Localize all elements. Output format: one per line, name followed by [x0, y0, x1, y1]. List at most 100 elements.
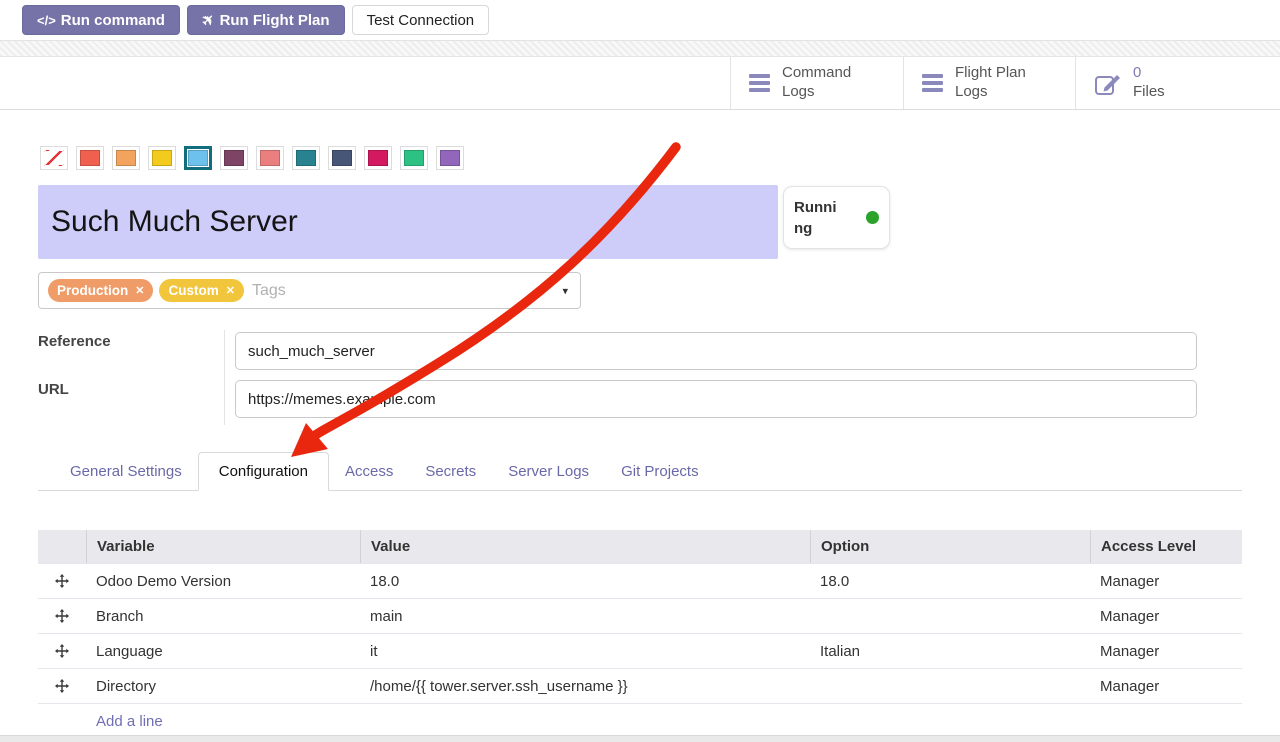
- tags-placeholder: Tags: [252, 282, 286, 300]
- cell-value[interactable]: main: [360, 599, 810, 633]
- drag-handle-icon[interactable]: [38, 669, 86, 703]
- tag-custom[interactable]: Custom ✕: [159, 279, 243, 302]
- flight-plan-logs-label: Flight Plan Logs: [955, 64, 1026, 102]
- cell-access-level[interactable]: Manager: [1090, 669, 1242, 703]
- add-a-line-link[interactable]: Add a line: [38, 704, 173, 739]
- files-stat-button[interactable]: 0 Files: [1075, 57, 1280, 109]
- swatch-fill: [224, 150, 244, 166]
- cell-access-level[interactable]: Manager: [1090, 599, 1242, 633]
- hatched-divider-strip: [0, 40, 1280, 57]
- drag-handle-icon[interactable]: [38, 599, 86, 633]
- swatch-fill: [404, 150, 424, 166]
- tab-secrets[interactable]: Secrets: [409, 453, 492, 490]
- url-label: URL: [38, 381, 69, 398]
- command-logs-stat-button[interactable]: Command Logs: [730, 57, 903, 109]
- tag-production-label: Production: [57, 283, 128, 298]
- flight-plan-logs-stat-button[interactable]: Flight Plan Logs: [903, 57, 1075, 109]
- color-swatch-darkpurple[interactable]: [220, 146, 248, 170]
- tag-production[interactable]: Production ✕: [48, 279, 153, 302]
- list-icon: [749, 74, 770, 92]
- bottom-page-strip: [0, 735, 1280, 742]
- run-command-button[interactable]: </> Run command: [22, 5, 180, 35]
- table-header-row: Variable Value Option Access Level: [38, 530, 1242, 563]
- remove-tag-icon[interactable]: ✕: [226, 284, 235, 297]
- table-row[interactable]: Odoo Demo Version 18.0 18.0 Manager: [38, 563, 1242, 598]
- color-swatch-red[interactable]: [76, 146, 104, 170]
- color-swatch-fuchsia[interactable]: [364, 146, 392, 170]
- swatch-fill: [116, 150, 136, 166]
- color-swatch-yellow[interactable]: [148, 146, 176, 170]
- table-row[interactable]: Branch main Manager: [38, 598, 1242, 633]
- cell-variable[interactable]: Branch: [86, 599, 360, 633]
- cell-option[interactable]: 18.0: [810, 564, 1090, 598]
- files-count-label: 0 Files: [1133, 64, 1165, 102]
- record-title-banner[interactable]: Such Much Server: [38, 185, 778, 259]
- cell-value[interactable]: 18.0: [360, 564, 810, 598]
- tab-git-projects[interactable]: Git Projects: [605, 453, 715, 490]
- chevron-down-icon[interactable]: ▾: [562, 284, 568, 297]
- notebook-tabs: General Settings Configuration Access Se…: [38, 452, 1242, 491]
- color-swatch-purple[interactable]: [436, 146, 464, 170]
- cell-variable[interactable]: Language: [86, 634, 360, 668]
- table-row[interactable]: Language it Italian Manager: [38, 633, 1242, 668]
- swatch-fill: [152, 150, 172, 166]
- color-swatch-darkblue[interactable]: [328, 146, 356, 170]
- tab-access[interactable]: Access: [329, 453, 409, 490]
- swatch-fill: [368, 150, 388, 166]
- test-connection-label: Test Connection: [367, 12, 475, 29]
- configuration-table: Variable Value Option Access Level Odoo …: [38, 530, 1242, 739]
- tab-server-logs[interactable]: Server Logs: [492, 453, 605, 490]
- code-icon: </>: [37, 13, 56, 28]
- color-swatch-lightblue-selected[interactable]: [184, 146, 212, 170]
- cell-option[interactable]: Italian: [810, 634, 1090, 668]
- table-row[interactable]: Directory /home/{{ tower.server.ssh_user…: [38, 668, 1242, 703]
- color-swatch-teal[interactable]: [292, 146, 320, 170]
- swatch-fill: [80, 150, 100, 166]
- status-card[interactable]: Running: [783, 186, 890, 249]
- add-line-row: Add a line: [38, 703, 1242, 739]
- tags-field[interactable]: Production ✕ Custom ✕ Tags ▾: [38, 272, 581, 309]
- color-swatch-green[interactable]: [400, 146, 428, 170]
- cell-value[interactable]: it: [360, 634, 810, 668]
- url-input[interactable]: [235, 380, 1197, 418]
- color-swatch-none[interactable]: [40, 146, 68, 170]
- run-flight-plan-button[interactable]: ✈ Run Flight Plan: [187, 5, 345, 35]
- swatch-fill: [296, 150, 316, 166]
- command-logs-label: Command Logs: [782, 64, 851, 102]
- cell-access-level[interactable]: Manager: [1090, 634, 1242, 668]
- status-label: Running: [794, 197, 844, 239]
- edit-pencil-icon: [1094, 70, 1121, 97]
- cell-variable[interactable]: Odoo Demo Version: [86, 564, 360, 598]
- color-swatch-orange[interactable]: [112, 146, 140, 170]
- cell-option[interactable]: [810, 599, 1090, 633]
- files-count-value: 0: [1133, 64, 1141, 81]
- form-header-bar: Command Logs Flight Plan Logs 0: [0, 57, 1280, 110]
- cell-value[interactable]: /home/{{ tower.server.ssh_username }}: [360, 669, 810, 703]
- cell-access-level[interactable]: Manager: [1090, 564, 1242, 598]
- reference-input[interactable]: [235, 332, 1197, 370]
- column-header-variable[interactable]: Variable: [86, 530, 360, 563]
- field-group-divider: [224, 330, 225, 425]
- cell-option[interactable]: [810, 669, 1090, 703]
- color-swatch-salmon[interactable]: [256, 146, 284, 170]
- list-icon: [922, 74, 943, 92]
- handle-column-header: [38, 530, 86, 563]
- remove-tag-icon[interactable]: ✕: [135, 284, 144, 297]
- swatch-fill: [188, 150, 208, 166]
- cell-variable[interactable]: Directory: [86, 669, 360, 703]
- swatch-fill: [260, 150, 280, 166]
- plane-icon: ✈: [197, 9, 219, 31]
- column-header-access-level[interactable]: Access Level: [1090, 530, 1242, 563]
- tab-general-settings[interactable]: General Settings: [54, 453, 198, 490]
- record-title: Such Much Server: [38, 205, 298, 239]
- drag-handle-icon[interactable]: [38, 564, 86, 598]
- column-header-option[interactable]: Option: [810, 530, 1090, 563]
- column-header-value[interactable]: Value: [360, 530, 810, 563]
- server-form-page: </> Run command ✈ Run Flight Plan Test C…: [0, 0, 1280, 742]
- color-palette: [40, 146, 464, 170]
- run-flight-plan-label: Run Flight Plan: [220, 12, 330, 29]
- action-button-bar: </> Run command ✈ Run Flight Plan Test C…: [0, 0, 1280, 40]
- drag-handle-icon[interactable]: [38, 634, 86, 668]
- test-connection-button[interactable]: Test Connection: [352, 5, 490, 35]
- tab-configuration[interactable]: Configuration: [198, 452, 329, 491]
